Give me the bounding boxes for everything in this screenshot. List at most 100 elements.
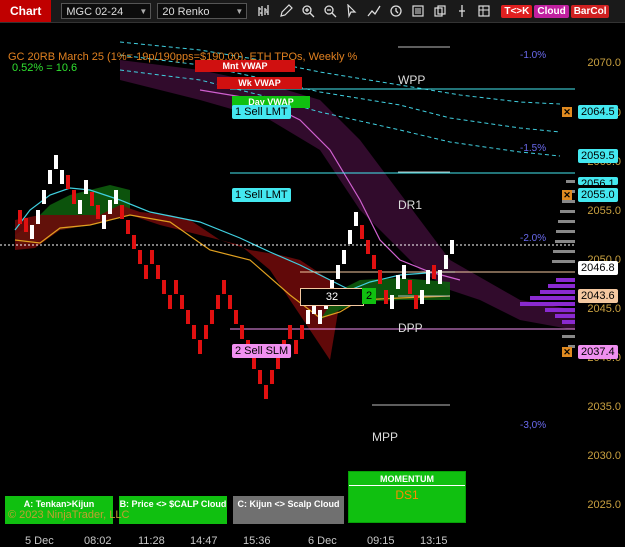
position-quantity[interactable]: 2: [362, 288, 376, 304]
instrument-value: MGC 02-24: [66, 6, 124, 18]
renko-bar: [60, 170, 64, 184]
zoom-out-icon[interactable]: [321, 3, 339, 19]
price-badge-last: 2046.8: [578, 261, 618, 275]
renko-bar: [204, 325, 208, 339]
instrument-selector[interactable]: MGC 02-24 ▼: [61, 3, 152, 19]
chart-panel[interactable]: GC 20RB March 25 (1%= 19p/190pps=$190.00…: [0, 23, 625, 547]
time-axis-label: 11:28: [138, 535, 165, 547]
renko-bar: [360, 225, 364, 239]
monthly-vwap-label: Mnt VWAP: [195, 60, 295, 72]
renko-bar: [258, 370, 262, 384]
renko-bar: [294, 340, 298, 354]
close-icon[interactable]: ✕: [562, 190, 572, 200]
renko-bar: [66, 175, 70, 189]
renko-bar: [150, 250, 154, 264]
renko-bar: [432, 265, 436, 279]
toolbar: Chart MGC 02-24 ▼ 20 Renko ▼ T<>K Cloud …: [0, 0, 625, 23]
renko-bar: [372, 255, 376, 269]
cursor-icon[interactable]: [343, 3, 361, 19]
price-axis-label: 2070.0: [587, 57, 621, 69]
sell-limit-order-2[interactable]: 1 Sell LMT: [232, 188, 291, 202]
renko-bar: [378, 270, 382, 284]
momentum-panel[interactable]: MOMENTUM DS1: [348, 471, 466, 523]
properties-icon[interactable]: [409, 3, 427, 19]
renko-bar: [90, 192, 94, 206]
renko-bar: [300, 325, 304, 339]
indicators-icon[interactable]: [365, 3, 383, 19]
pencil-icon[interactable]: [277, 3, 295, 19]
price-badge-sell-limit-2: 2055.0: [578, 188, 618, 202]
renko-bar: [102, 215, 106, 229]
copy-icon[interactable]: [431, 3, 449, 19]
chart-tab[interactable]: Chart: [0, 0, 52, 22]
position-count[interactable]: 32: [300, 288, 364, 306]
percent-label: -1.5%: [520, 143, 547, 154]
weekly-vwap-label: Wk VWAP: [217, 77, 302, 89]
renko-bar: [336, 265, 340, 279]
renko-bar: [384, 290, 388, 304]
data-box-icon[interactable]: [475, 3, 493, 19]
renko-bar: [228, 295, 232, 309]
price-badge-vwap-1: 2059.5: [578, 149, 618, 163]
price-axis-label: 2055.0: [587, 205, 621, 217]
momentum-label: MOMENTUM: [349, 474, 465, 486]
barcol-toggle-button[interactable]: BarCol: [570, 4, 610, 18]
price-scalp-cloud-signal-button[interactable]: B: Price <> $CALP Cloud: [119, 496, 227, 524]
price-axis-label: 2025.0: [587, 499, 621, 511]
tenkan-kijun-toggle-button[interactable]: T<>K: [501, 4, 533, 18]
strategy-icon[interactable]: [387, 3, 405, 19]
renko-bar: [354, 212, 358, 226]
renko-bar: [438, 270, 442, 284]
cloud-toggle-button[interactable]: Cloud: [534, 4, 569, 18]
renko-bar: [450, 240, 454, 254]
renko-bar: [444, 255, 448, 269]
close-icon[interactable]: ✕: [562, 347, 572, 357]
renko-bar: [42, 190, 46, 204]
renko-bar: [414, 295, 418, 309]
renko-bar: [234, 310, 238, 324]
renko-bar: [396, 275, 400, 289]
momentum-sub-label: DS1: [395, 488, 419, 502]
bar-style-icon[interactable]: [255, 3, 273, 19]
renko-bar: [78, 200, 82, 214]
close-icon[interactable]: ✕: [562, 107, 572, 117]
bar-type-selector[interactable]: 20 Renko ▼: [157, 3, 248, 19]
chart-canvas: [0, 41, 575, 406]
sell-limit-order-1[interactable]: 1 Sell LMT: [232, 105, 291, 119]
renko-bar: [144, 265, 148, 279]
time-axis-label: 5 Dec: [25, 535, 54, 547]
renko-bar: [390, 295, 394, 309]
renko-bar: [168, 295, 172, 309]
sell-stop-market-order[interactable]: 2 Sell SLM: [232, 344, 292, 358]
renko-bar: [156, 265, 160, 279]
renko-bar: [210, 310, 214, 324]
renko-bar: [426, 270, 430, 284]
renko-bar: [138, 250, 142, 264]
dpp-label: DPP: [398, 321, 423, 335]
renko-bar: [120, 205, 124, 219]
renko-bar: [54, 155, 58, 169]
renko-bar: [402, 265, 406, 279]
renko-bar: [72, 190, 76, 204]
renko-bar: [198, 340, 202, 354]
renko-bar: [84, 180, 88, 194]
renko-bar: [114, 190, 118, 204]
price-axis-label: 2030.0: [587, 450, 621, 462]
renko-bar: [192, 325, 196, 339]
renko-bar: [270, 370, 274, 384]
renko-bar: [186, 310, 190, 324]
chevron-down-icon: ▼: [235, 7, 244, 16]
renko-bar: [240, 325, 244, 339]
dr1-label: DR1: [398, 198, 423, 212]
zoom-in-icon[interactable]: [299, 3, 317, 19]
price-badge-stop: 2037.4: [578, 345, 618, 359]
chart-legend-sub: 0.52% = 10.6: [12, 62, 78, 74]
chevron-down-icon: ▼: [139, 7, 148, 16]
kijun-scalp-cloud-signal-button[interactable]: C: Kijun <> Scalp Cloud: [233, 496, 344, 524]
mpp-label: MPP: [372, 430, 399, 444]
pin-icon[interactable]: [453, 3, 471, 19]
price-badge-sell-limit-1: 2064.5: [578, 105, 618, 119]
renko-bar: [288, 325, 292, 339]
renko-bar: [162, 280, 166, 294]
renko-bar: [132, 235, 136, 249]
